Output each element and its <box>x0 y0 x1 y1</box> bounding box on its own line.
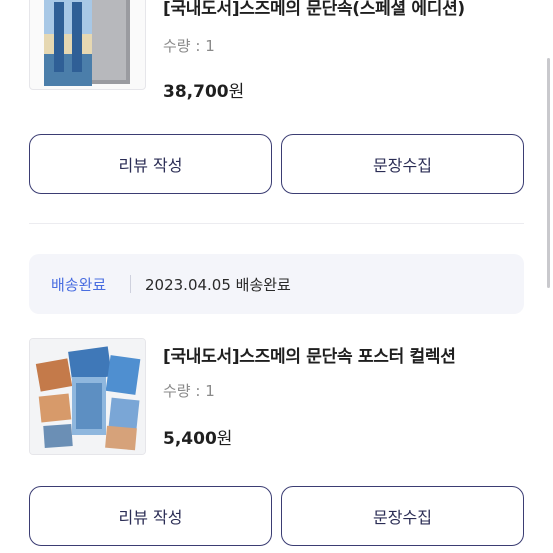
write-review-button[interactable]: 리뷰 작성 <box>29 134 272 194</box>
product-price: 5,400원 <box>163 424 232 449</box>
status-separator <box>130 275 131 293</box>
product-title[interactable]: [국내도서]스즈메의 문단속 포스터 컬렉션 <box>163 342 456 367</box>
price-unit: 원 <box>216 429 233 449</box>
price-unit: 원 <box>228 82 245 102</box>
order-divider <box>29 223 524 224</box>
delivery-status-bar: 배송완료 2023.04.05 배송완료 <box>29 254 524 314</box>
collect-quotes-button[interactable]: 문장수집 <box>281 486 524 546</box>
write-review-button[interactable]: 리뷰 작성 <box>29 486 272 546</box>
delivery-date: 2023.04.05 배송완료 <box>145 276 291 294</box>
product-price: 38,700원 <box>163 77 244 102</box>
scrollbar[interactable] <box>547 58 550 288</box>
product-title[interactable]: [국내도서]스즈메의 문단속(스페셜 에디션) <box>163 0 465 19</box>
product-quantity: 수량 : 1 <box>163 37 215 55</box>
collect-quotes-button[interactable]: 문장수집 <box>281 134 524 194</box>
status-badge: 배송완료 <box>51 276 107 294</box>
poster-collection-image[interactable] <box>29 338 146 455</box>
product-quantity: 수량 : 1 <box>163 382 215 400</box>
price-value: 5,400 <box>163 429 217 449</box>
price-value: 38,700 <box>163 82 229 102</box>
book-cover-image[interactable] <box>29 0 146 90</box>
